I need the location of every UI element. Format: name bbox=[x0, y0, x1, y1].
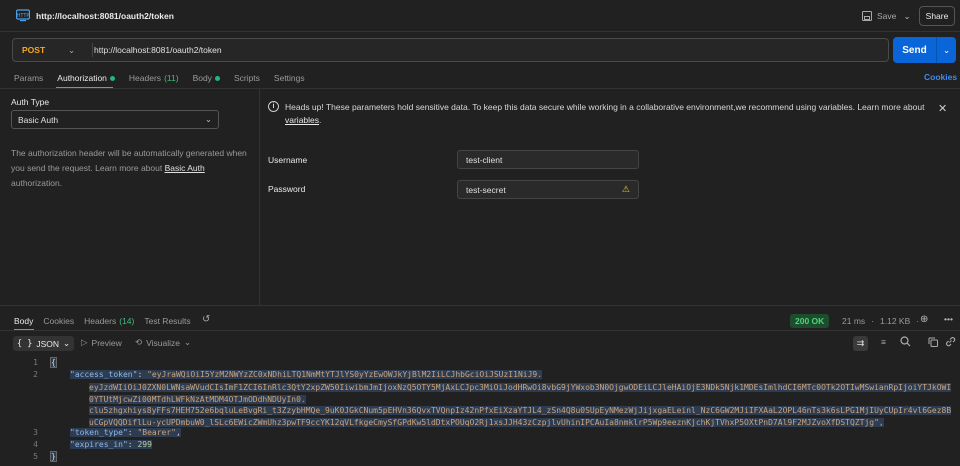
code-line: } bbox=[50, 451, 57, 462]
request-url-bar: POST ⌄ http://localhost:8081/oauth2/toke… bbox=[12, 38, 889, 62]
tab-settings[interactable]: Settings bbox=[274, 70, 305, 86]
http-request-icon: HTTP bbox=[16, 9, 30, 22]
tab-response-headers[interactable]: Headers (14) bbox=[84, 313, 134, 329]
auth-type-select[interactable]: Basic Auth ⌄ bbox=[11, 110, 219, 129]
search-icon[interactable] bbox=[900, 336, 911, 347]
preview-button[interactable]: ▷ Preview bbox=[81, 337, 122, 348]
svg-text:HTTP: HTTP bbox=[17, 13, 30, 19]
send-button[interactable]: Send bbox=[893, 37, 936, 63]
send-options-button[interactable]: ⌄ bbox=[937, 37, 956, 63]
chevron-down-icon: ⌄ bbox=[184, 337, 192, 347]
status-dot-icon bbox=[214, 75, 220, 81]
copy-icon[interactable] bbox=[928, 337, 938, 347]
code-line: "token_type": "Bearer", bbox=[70, 428, 181, 437]
warning-triangle-icon: ⚠ bbox=[621, 184, 630, 194]
line-number: 5 bbox=[33, 452, 38, 461]
divider bbox=[259, 89, 260, 305]
username-input[interactable]: test-client bbox=[457, 150, 639, 169]
divider bbox=[92, 43, 93, 57]
line-number: 3 bbox=[33, 428, 38, 437]
tab-response-cookies[interactable]: Cookies bbox=[43, 313, 74, 329]
share-button[interactable]: Share bbox=[919, 6, 955, 26]
tab-test-results[interactable]: Test Results bbox=[144, 313, 190, 329]
response-meta: 21 ms · 1.12 KB · bbox=[842, 316, 920, 326]
send-button-group: Send ⌄ bbox=[893, 37, 956, 63]
code-line: "expires_in": 299 bbox=[70, 440, 152, 449]
chevron-down-icon: ⌄ bbox=[903, 10, 911, 21]
chevron-down-icon: ⌄ bbox=[942, 44, 951, 55]
password-label: Password bbox=[268, 184, 306, 194]
window-title-url: http://localhost:8081/oauth2/token bbox=[36, 11, 174, 21]
password-input[interactable]: test-secret ⚠ bbox=[457, 180, 639, 199]
line-number: 1 bbox=[33, 358, 38, 367]
cookies-link[interactable]: Cookies bbox=[924, 72, 957, 82]
line-number: 2 bbox=[33, 370, 38, 379]
format-select[interactable]: { } JSON ⌄ bbox=[13, 336, 75, 351]
tab-scripts[interactable]: Scripts bbox=[234, 70, 260, 86]
method-select[interactable]: POST bbox=[22, 39, 45, 61]
visualize-button[interactable]: ⟲ Visualize ⌄ bbox=[135, 337, 191, 348]
status-dot-icon bbox=[109, 75, 115, 81]
chevron-down-icon: ⌄ bbox=[204, 114, 212, 124]
variables-link[interactable]: variables bbox=[285, 115, 319, 125]
username-label: Username bbox=[268, 155, 308, 165]
save-icon bbox=[862, 11, 872, 21]
code-line-wrapped: clu5zhgxhiys8yFFs7HEH752e6bqluLeBvgRi_t3… bbox=[89, 406, 952, 427]
response-size[interactable]: 1.12 KB bbox=[880, 316, 910, 326]
password-value: test-secret bbox=[466, 184, 506, 195]
link-icon[interactable] bbox=[945, 336, 956, 347]
divider bbox=[0, 330, 960, 331]
divider bbox=[0, 305, 960, 306]
code-line: { bbox=[50, 357, 57, 368]
save-label: Save bbox=[877, 11, 897, 21]
status-badge[interactable]: 200 OK bbox=[790, 314, 830, 328]
wrap-lines-icon[interactable]: ⇉ bbox=[853, 336, 868, 351]
code-line: "access_token": "eyJraWQiOiI5YzM2NWYzZC0… bbox=[70, 370, 543, 379]
braces-icon: { } bbox=[17, 338, 33, 349]
basic-auth-link[interactable]: Basic Auth bbox=[165, 163, 205, 173]
save-dropdown-button[interactable]: ⌄ bbox=[898, 6, 916, 26]
tab-authorization[interactable]: Authorization bbox=[57, 70, 115, 86]
auth-type-value: Basic Auth bbox=[18, 114, 59, 125]
tab-body[interactable]: Body bbox=[193, 70, 220, 86]
filter-icon[interactable]: ≡ bbox=[881, 337, 886, 347]
more-options-icon[interactable]: ••• bbox=[944, 314, 953, 324]
auth-type-label: Auth Type bbox=[11, 97, 50, 107]
info-icon: i bbox=[268, 101, 279, 112]
code-line-wrapped: eyJzdWIiOiJ0ZXN0LWNsaWVudCIsImF1ZCI6InRl… bbox=[89, 383, 952, 404]
request-tabs: Params Authorization Headers (11) Body Sc… bbox=[14, 70, 305, 86]
globe-icon[interactable]: ⊕ bbox=[920, 314, 928, 325]
chevron-down-icon[interactable]: ⌄ bbox=[68, 39, 75, 61]
response-time[interactable]: 21 ms bbox=[842, 316, 865, 326]
response-tabs: Body Cookies Headers (14) Test Results bbox=[14, 313, 191, 329]
visualize-icon: ⟲ bbox=[135, 337, 143, 347]
tab-headers[interactable]: Headers (11) bbox=[129, 70, 179, 86]
url-input[interactable]: http://localhost:8081/oauth2/token bbox=[94, 39, 222, 61]
line-number: 4 bbox=[33, 440, 38, 449]
chevron-down-icon: ⌄ bbox=[63, 338, 71, 348]
tab-params[interactable]: Params bbox=[14, 70, 43, 86]
play-icon: ▷ bbox=[81, 337, 88, 347]
history-icon[interactable]: ↺ bbox=[202, 314, 210, 325]
warning-text: Heads up! These parameters hold sensitiv… bbox=[285, 102, 925, 125]
auth-description: The authorization header will be automat… bbox=[11, 148, 247, 188]
divider bbox=[0, 88, 960, 89]
tab-response-body[interactable]: Body bbox=[14, 313, 33, 329]
response-body-code[interactable]: 1 2 3 4 5 { "access_token": "eyJraWQiOiI… bbox=[0, 356, 960, 466]
save-button[interactable]: Save bbox=[858, 8, 900, 24]
close-icon[interactable]: ✕ bbox=[938, 102, 947, 115]
